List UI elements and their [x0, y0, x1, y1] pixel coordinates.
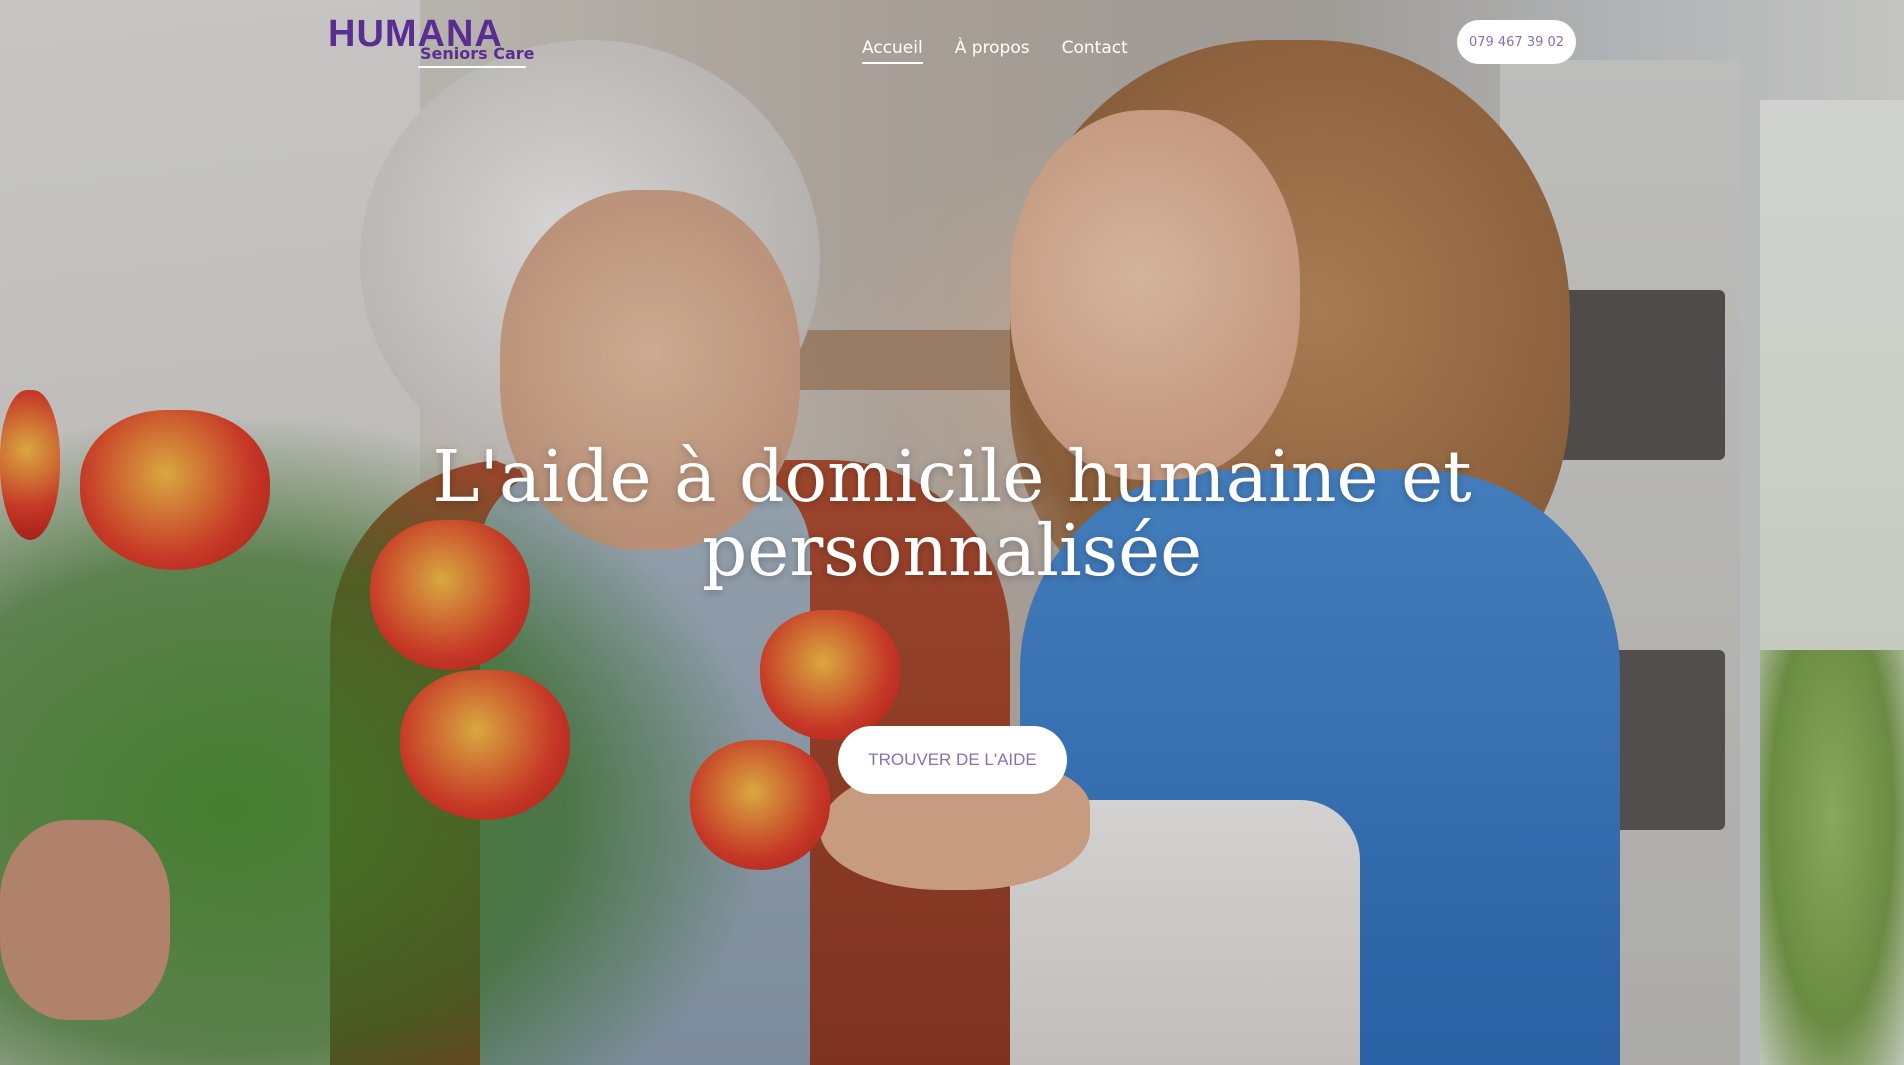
phone-button[interactable]: 079 467 39 02: [1457, 20, 1576, 64]
find-help-button[interactable]: TROUVER DE L'AIDE: [838, 726, 1067, 794]
brand-logo[interactable]: HUMANA Seniors Care: [328, 14, 535, 70]
hero-title-line-2: personnalisée: [701, 509, 1203, 592]
logo-swoosh: [418, 66, 526, 68]
nav-item-contact[interactable]: Contact: [1062, 38, 1128, 64]
nav-item-a-propos[interactable]: À propos: [955, 38, 1030, 64]
main-nav: Accueil À propos Contact: [862, 38, 1128, 64]
hero-section: HUMANA Seniors Care Accueil À propos Con…: [0, 0, 1904, 1065]
logo-tagline: Seniors Care: [420, 44, 535, 63]
hero-title-line-1: L'aide à domicile humaine et: [432, 435, 1472, 518]
hero-title: L'aide à domicile humaine et personnalis…: [352, 440, 1552, 588]
nav-item-accueil[interactable]: Accueil: [862, 38, 923, 64]
